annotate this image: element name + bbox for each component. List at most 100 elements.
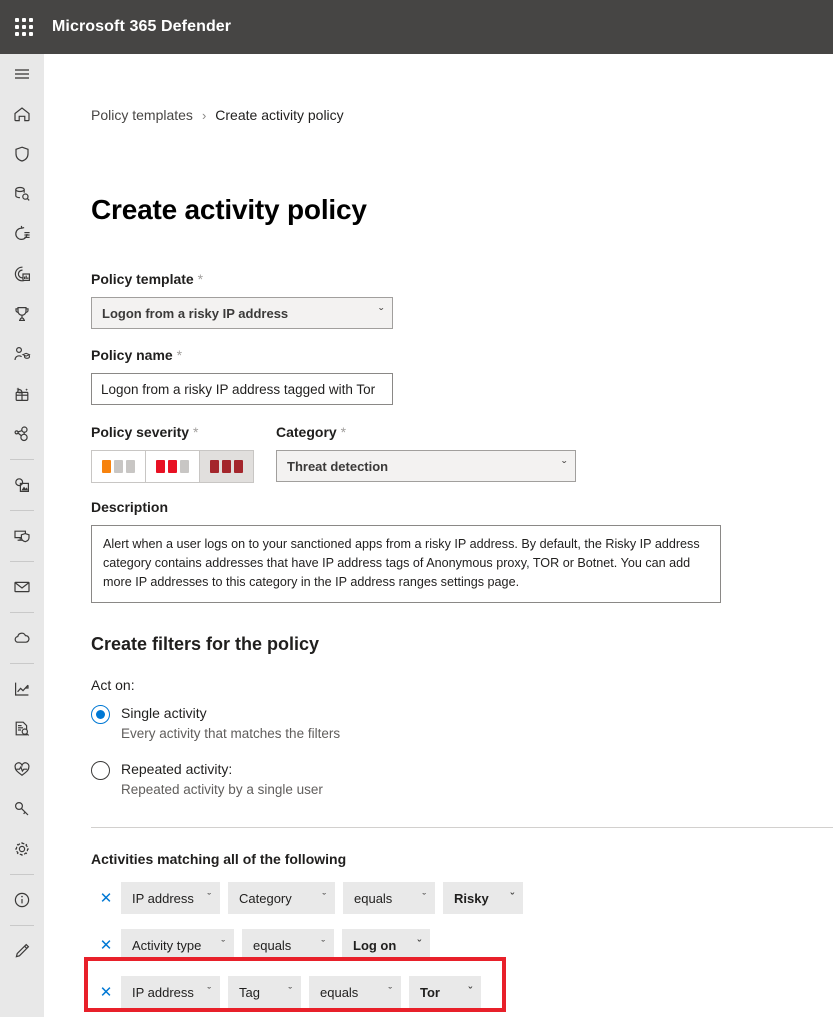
section-divider xyxy=(91,827,833,828)
chevron-down-icon: ˇ xyxy=(417,940,421,951)
info-icon[interactable] xyxy=(0,880,44,920)
email-icon[interactable] xyxy=(0,567,44,607)
severity-bar-1 xyxy=(156,460,165,473)
permissions-icon[interactable] xyxy=(0,789,44,829)
filter-value-select[interactable]: Log on ˇ xyxy=(342,929,430,961)
filter-value-select[interactable]: Tor ˇ xyxy=(409,976,481,1008)
pencil-icon[interactable] xyxy=(0,931,44,971)
activities-matching-label: Activities matching all of the following xyxy=(91,851,833,867)
home-icon[interactable] xyxy=(0,94,44,134)
divider-7 xyxy=(10,925,34,926)
radio-repeated-activity-label: Repeated activity: xyxy=(121,760,323,779)
page-title: Create activity policy xyxy=(91,125,833,226)
severity-option-low[interactable] xyxy=(92,451,146,482)
severity-option-medium[interactable] xyxy=(146,451,200,482)
learning-hub-icon[interactable] xyxy=(0,334,44,374)
category-required-marker: * xyxy=(341,424,346,440)
divider-1 xyxy=(10,459,34,460)
filter-operator-select[interactable]: equals ˇ xyxy=(242,929,334,961)
settings-gear-icon[interactable] xyxy=(0,829,44,869)
filter-value-value: Tor xyxy=(420,985,440,1000)
radio-single-activity[interactable]: Single activity Every activity that matc… xyxy=(91,704,833,743)
filter-attribute-select[interactable]: Tag ˇ xyxy=(228,976,301,1008)
filter-value-select[interactable]: Risky ˇ xyxy=(443,882,523,914)
policy-name-input[interactable]: Logon from a risky IP address tagged wit… xyxy=(91,373,393,405)
partner-catalog-icon[interactable] xyxy=(0,414,44,454)
severity-bar-1 xyxy=(102,460,111,473)
category-select[interactable]: Threat detection ˇ xyxy=(276,450,576,482)
chevron-down-icon: ˇ xyxy=(207,987,211,998)
chevron-down-icon: ˇ xyxy=(562,460,566,472)
chevron-down-icon: ˇ xyxy=(468,987,472,998)
action-center-icon[interactable] xyxy=(0,214,44,254)
radio-repeated-activity-sublabel: Repeated activity by a single user xyxy=(121,780,323,799)
cloud-icon[interactable] xyxy=(0,618,44,658)
suite-title: Microsoft 365 Defender xyxy=(52,18,231,36)
radio-button-repeated-activity[interactable] xyxy=(91,761,110,780)
chevron-down-icon: ˇ xyxy=(221,940,225,951)
severity-bar-3 xyxy=(234,460,243,473)
threat-analytics-icon[interactable] xyxy=(0,254,44,294)
radio-single-activity-texts: Single activity Every activity that matc… xyxy=(121,704,340,743)
assets-icon[interactable] xyxy=(0,465,44,505)
breadcrumb: Policy templates › Create activity polic… xyxy=(91,54,833,125)
remove-filter-icon[interactable]: ✕ xyxy=(91,891,121,906)
policy-template-select[interactable]: Logon from a risky IP address ˇ xyxy=(91,297,393,329)
filter-operator-value: equals xyxy=(320,985,358,1000)
category-value: Threat detection xyxy=(287,459,388,474)
chevron-down-icon: ˇ xyxy=(288,987,292,998)
filter-operator-select[interactable]: equals ˇ xyxy=(309,976,401,1008)
severity-bar-2 xyxy=(222,460,231,473)
filter-operator-select[interactable]: equals ˇ xyxy=(343,882,435,914)
filter-value-value: Log on xyxy=(353,938,396,953)
divider-3 xyxy=(10,561,34,562)
severity-option-high[interactable] xyxy=(200,451,253,482)
filter-row-ip-category: ✕ IP address ˇ Category ˇ equals ˇ Risky… xyxy=(91,882,833,914)
filter-field-value: IP address xyxy=(132,985,194,1000)
radio-single-activity-sublabel: Every activity that matches the filters xyxy=(121,724,340,743)
filter-attribute-value: Tag xyxy=(239,985,260,1000)
filter-field-select[interactable]: IP address ˇ xyxy=(121,976,220,1008)
breadcrumb-policy-templates[interactable]: Policy templates xyxy=(91,107,193,123)
policy-template-value: Logon from a risky IP address xyxy=(102,306,288,321)
filter-rows: ✕ IP address ˇ Category ˇ equals ˇ Risky… xyxy=(91,882,833,1008)
filter-row-ip-tag: ✕ IP address ˇ Tag ˇ equals ˇ Tor ˇ xyxy=(91,976,833,1008)
chevron-down-icon: ˇ xyxy=(207,893,211,904)
policy-severity-group xyxy=(91,450,254,483)
category-label-text: Category xyxy=(276,424,337,440)
filter-field-select[interactable]: IP address ˇ xyxy=(121,882,220,914)
remove-filter-icon[interactable]: ✕ xyxy=(91,985,121,1000)
app-launcher-icon[interactable] xyxy=(0,0,48,54)
trials-icon[interactable] xyxy=(0,374,44,414)
reports-icon[interactable] xyxy=(0,669,44,709)
health-icon[interactable] xyxy=(0,749,44,789)
chevron-down-icon: ˇ xyxy=(322,893,326,904)
trophy-icon[interactable] xyxy=(0,294,44,334)
radio-button-single-activity[interactable] xyxy=(91,705,110,724)
filter-field-select[interactable]: Activity type ˇ xyxy=(121,929,234,961)
filter-field-value: Activity type xyxy=(132,938,201,953)
description-textarea[interactable]: Alert when a user logs on to your sancti… xyxy=(91,525,721,603)
breadcrumb-separator-icon: › xyxy=(202,108,206,123)
divider-6 xyxy=(10,874,34,875)
filter-value-value: Risky xyxy=(454,891,489,906)
endpoints-icon[interactable] xyxy=(0,516,44,556)
main-content: Policy templates › Create activity polic… xyxy=(44,54,833,1017)
filter-operator-value: equals xyxy=(354,891,392,906)
severity-bar-1 xyxy=(210,460,219,473)
audit-icon[interactable] xyxy=(0,709,44,749)
policy-name-label-text: Policy name xyxy=(91,347,173,363)
remove-filter-icon[interactable]: ✕ xyxy=(91,938,121,953)
filter-row-activity-type: ✕ Activity type ˇ equals ˇ Log on ˇ xyxy=(91,929,833,961)
policy-name-value: Logon from a risky IP address tagged wit… xyxy=(101,382,375,397)
hunting-icon[interactable] xyxy=(0,174,44,214)
filter-attribute-select[interactable]: Category ˇ xyxy=(228,882,335,914)
act-on-label: Act on: xyxy=(91,677,833,693)
filter-operator-value: equals xyxy=(253,938,291,953)
hamburger-menu-icon[interactable] xyxy=(0,54,44,94)
radio-repeated-activity[interactable]: Repeated activity: Repeated activity by … xyxy=(91,760,833,799)
policy-severity-required-marker: * xyxy=(193,424,198,440)
severity-bar-2 xyxy=(168,460,177,473)
policy-severity-label-text: Policy severity xyxy=(91,424,189,440)
shield-icon[interactable] xyxy=(0,134,44,174)
